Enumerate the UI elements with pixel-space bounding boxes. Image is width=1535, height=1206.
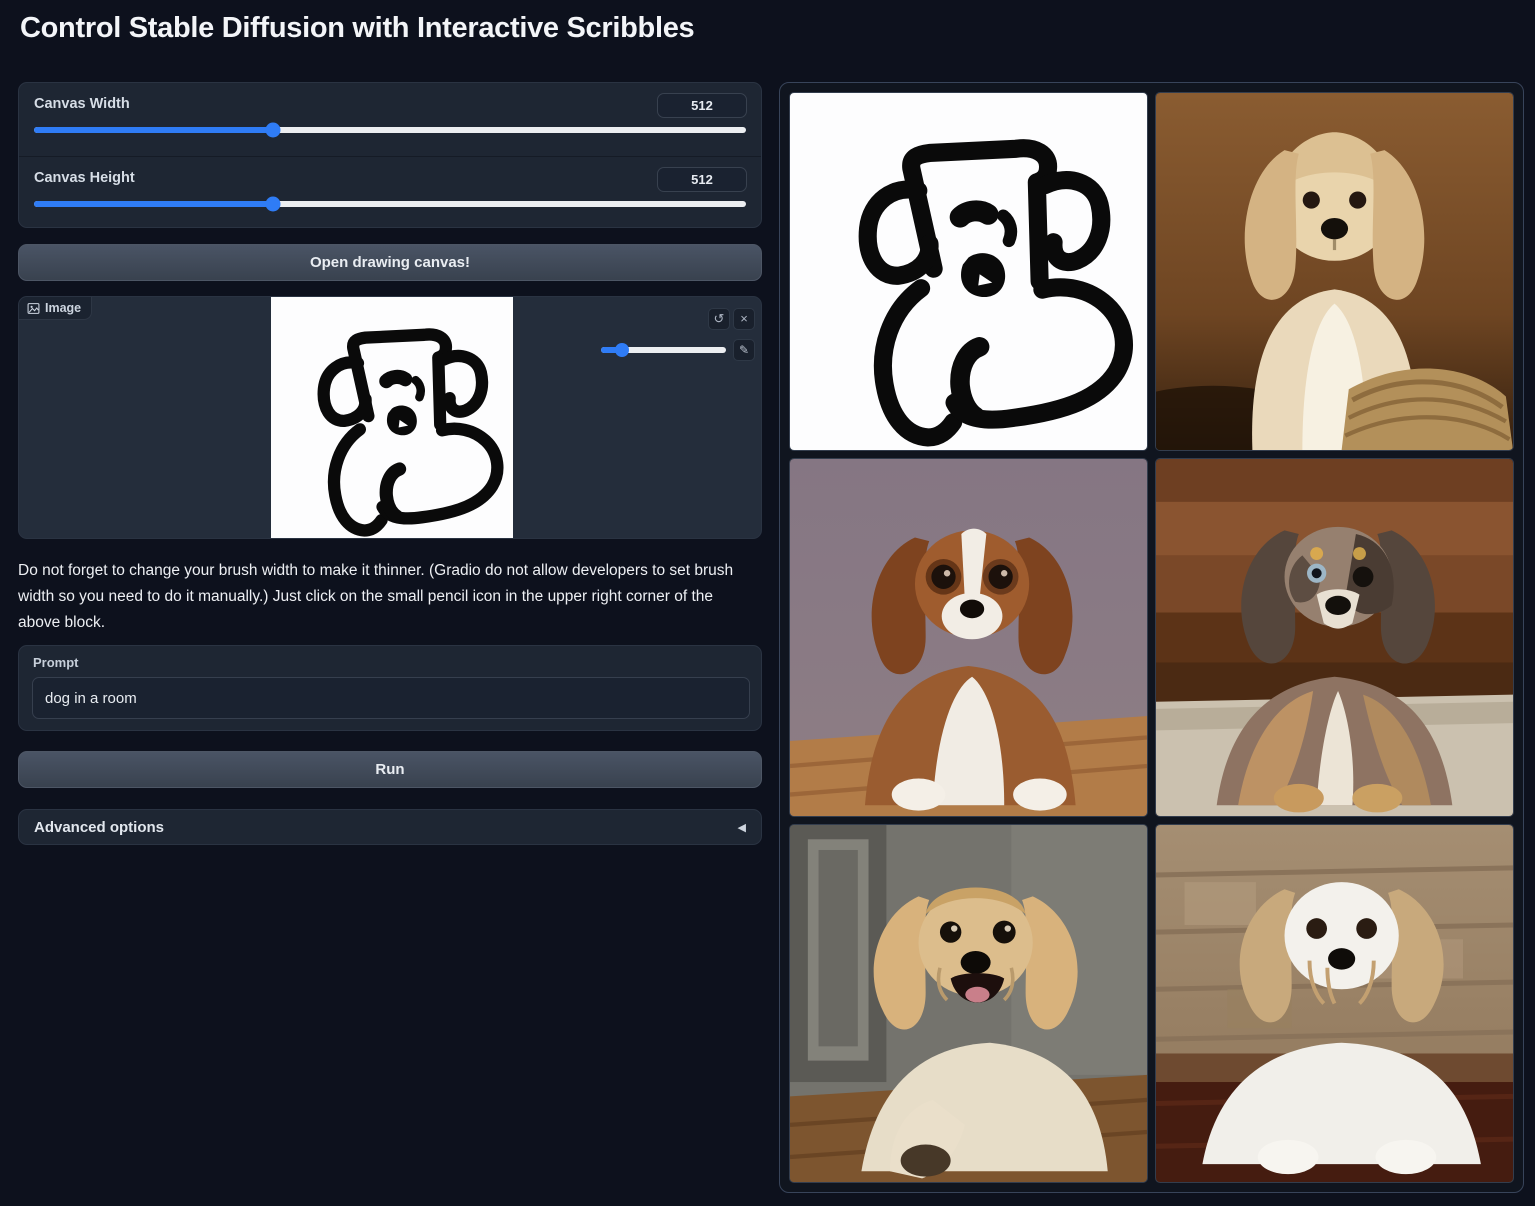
- scribble-right-ear: [444, 356, 482, 412]
- advanced-options-accordion[interactable]: Advanced options ◀: [18, 809, 762, 845]
- scribble-front-leg: [386, 469, 399, 516]
- brush-width-note: Do not forget to change your brush width…: [18, 558, 759, 636]
- scribble-right-ear: [1045, 180, 1101, 262]
- chevron-left-icon: ◀: [738, 821, 746, 834]
- brush-width-slider-thumb[interactable]: [615, 343, 629, 357]
- gallery-item-generated-2[interactable]: [789, 458, 1148, 817]
- prompt-panel: Prompt: [18, 645, 762, 731]
- sketch-preview-canvas[interactable]: [271, 297, 513, 538]
- brush-pencil-icon[interactable]: ✎: [733, 339, 755, 361]
- canvas-width-slider-thumb[interactable]: [266, 123, 281, 138]
- generated-dog-photo-3: [1156, 459, 1513, 816]
- gallery-item-generated-3[interactable]: [1155, 458, 1514, 817]
- scribble-body-left: [883, 288, 953, 437]
- page-title: Control Stable Diffusion with Interactiv…: [20, 12, 694, 45]
- canvas-width-slider-fill: [34, 127, 273, 133]
- canvas-height-slider-fill: [34, 201, 273, 207]
- scribble-left-eye: [386, 377, 405, 381]
- image-editor-block: Image ↺ × ✎: [18, 296, 762, 539]
- generated-dog-photo-4: [790, 825, 1147, 1182]
- gallery-item-generated-1[interactable]: [1155, 92, 1514, 451]
- image-block-label-chip: Image: [19, 297, 92, 320]
- scribble-front-leg: [960, 347, 980, 417]
- scribble-left-eye: [960, 211, 988, 217]
- dog-scribble-drawing-large: [790, 93, 1147, 450]
- app-window: Control Stable Diffusion with Interactiv…: [0, 0, 1535, 1206]
- canvas-height-label: Canvas Height: [34, 170, 135, 186]
- undo-icon[interactable]: ↺: [708, 308, 730, 330]
- gallery-item-generated-5[interactable]: [1155, 824, 1514, 1183]
- canvas-width-label: Canvas Width: [34, 96, 130, 112]
- gallery-item-generated-4[interactable]: [789, 824, 1148, 1183]
- open-drawing-canvas-button[interactable]: Open drawing canvas!: [18, 244, 762, 281]
- scribble-nose: [387, 406, 417, 436]
- advanced-options-label: Advanced options: [34, 819, 164, 836]
- canvas-height-slider[interactable]: [34, 201, 746, 207]
- scribble-right-eye: [416, 380, 421, 397]
- scribble-body-left: [334, 429, 382, 530]
- prompt-input[interactable]: [32, 677, 750, 719]
- canvas-width-slider[interactable]: [34, 127, 746, 133]
- generated-dog-photo-2: [790, 459, 1147, 816]
- canvas-width-number-input[interactable]: [657, 93, 747, 118]
- canvas-width-row: Canvas Width: [19, 83, 761, 155]
- canvas-height-slider-thumb[interactable]: [266, 197, 281, 212]
- gallery-item-scribble[interactable]: [789, 92, 1148, 451]
- run-button[interactable]: Run: [18, 751, 762, 788]
- scribble-right-eye: [1003, 216, 1011, 241]
- canvas-size-panel: Canvas Width Canvas Height: [18, 82, 762, 228]
- scribble-nose: [961, 253, 1005, 297]
- generated-dog-photo-1: [1156, 93, 1513, 450]
- image-block-label: Image: [45, 301, 81, 315]
- canvas-height-number-input[interactable]: [657, 167, 747, 192]
- close-icon[interactable]: ×: [733, 308, 755, 330]
- brush-width-slider[interactable]: [601, 347, 726, 353]
- image-icon: [27, 302, 40, 315]
- result-gallery: [779, 82, 1524, 1193]
- generated-dog-photo-5: [1156, 825, 1513, 1182]
- prompt-label: Prompt: [33, 655, 79, 670]
- canvas-height-row: Canvas Height: [19, 156, 761, 228]
- dog-scribble-drawing: [271, 297, 513, 539]
